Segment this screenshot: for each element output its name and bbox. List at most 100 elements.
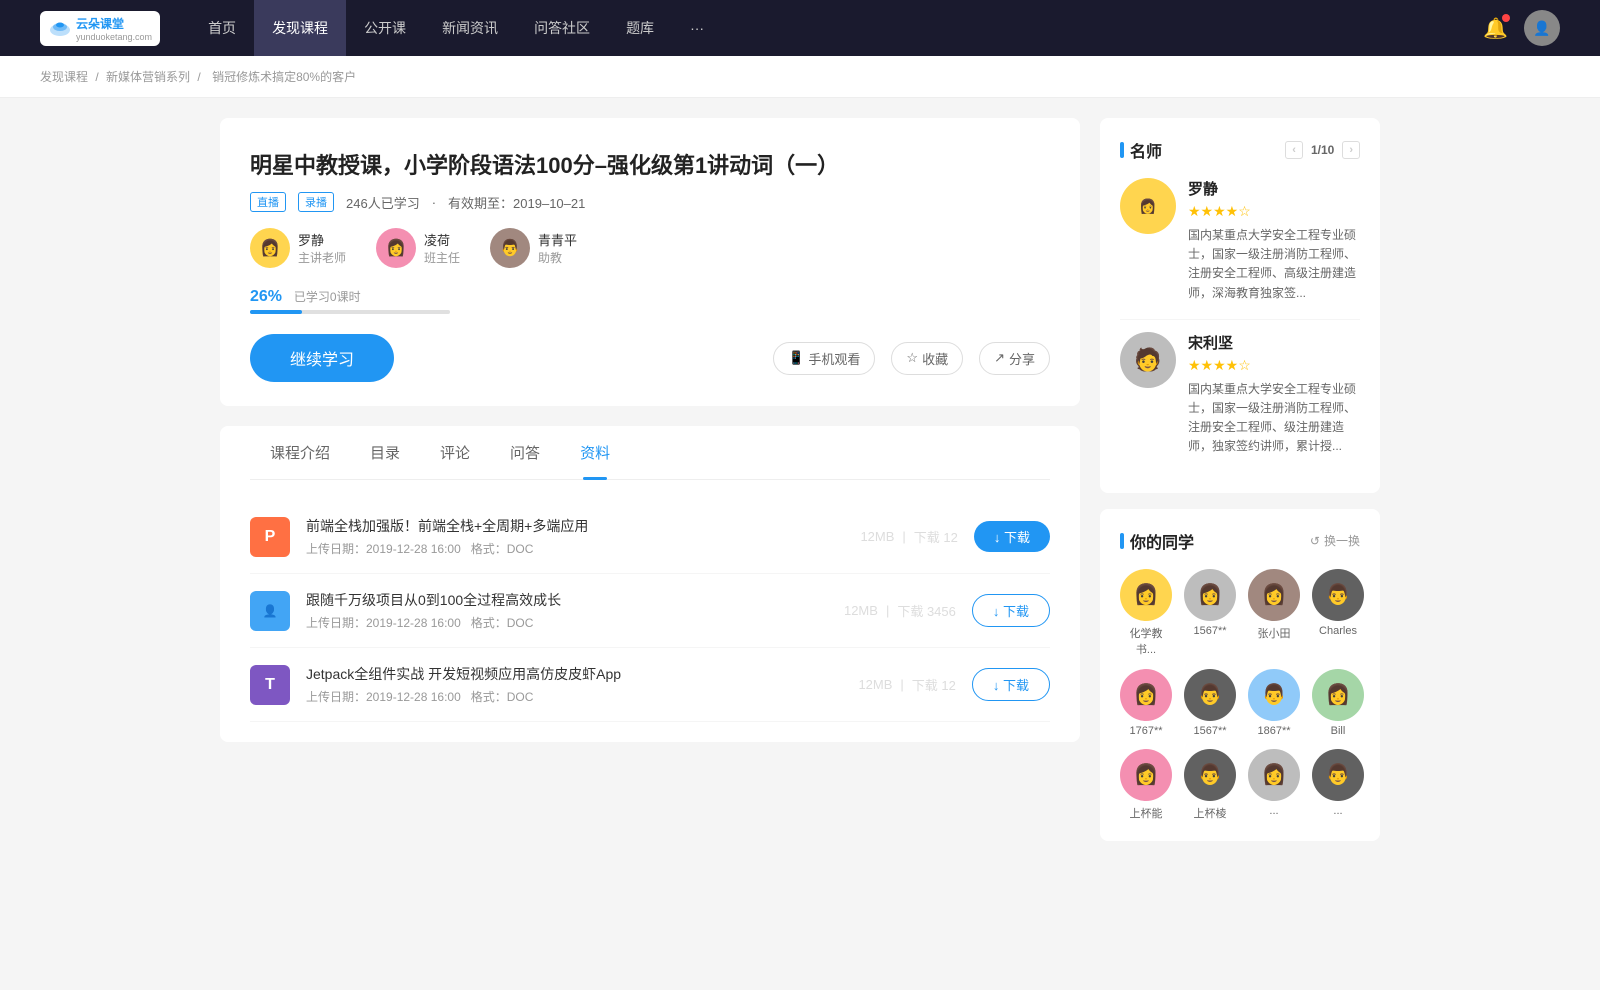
breadcrumb: 发现课程 / 新媒体营销系列 / 销冠修炼术搞定80%的客户 [0, 56, 1600, 98]
course-card: 明星中教授课，小学阶段语法100分–强化级第1讲动词（一） 直播 录播 246人… [220, 118, 1080, 406]
student-count: 246人已学习 [346, 193, 420, 212]
student-item-3: 👨 Charles [1312, 569, 1364, 657]
teacher-role-2: 助教 [538, 249, 577, 266]
next-teacher-btn[interactable]: › [1342, 141, 1360, 159]
file-item-0: P 前端全栈加强版！前端全栈+全周期+多端应用 上传日期：2019-12-28 … [250, 500, 1050, 574]
left-panel: 明星中教授课，小学阶段语法100分–强化级第1讲动词（一） 直播 录播 246人… [220, 118, 1080, 857]
student-item-9: 👨 上杯棱 [1184, 749, 1236, 821]
download-button-1[interactable]: ↓ 下载 [972, 594, 1050, 627]
logo-sub: yunduoketang.com [76, 32, 152, 42]
logo[interactable]: 云朵课堂 yunduoketang.com [40, 11, 160, 46]
download-button-0[interactable]: ↓ 下载 [974, 521, 1050, 552]
file-name-0: 前端全栈加强版！前端全栈+全周期+多端应用 [306, 516, 844, 536]
nav-item-more[interactable]: ··· [672, 0, 722, 56]
student-name-3: Charles [1319, 625, 1357, 637]
tab-review[interactable]: 评论 [420, 426, 490, 479]
teacher-item-1: 👩 凌荷 班主任 [376, 228, 460, 268]
tab-catalog[interactable]: 目录 [350, 426, 420, 479]
teacher-role-1: 班主任 [424, 249, 460, 266]
user-avatar-nav[interactable]: 👤 [1524, 10, 1560, 46]
share-button[interactable]: ↗ 分享 [979, 342, 1050, 375]
panel-nav: ‹ 1/10 › [1285, 141, 1360, 159]
nav-item-home[interactable]: 首页 [190, 0, 254, 56]
download-button-2[interactable]: ↓ 下载 [972, 668, 1050, 701]
file-icon-0: P [250, 517, 290, 557]
student-name-0: 化学教书... [1120, 625, 1172, 657]
nav-item-exam[interactable]: 题库 [608, 0, 672, 56]
collect-label: 收藏 [922, 349, 948, 368]
progress-sub: 已学习0课时 [294, 290, 361, 304]
teacher-item-2: 👨 青青平 助教 [490, 228, 577, 268]
student-name-2: 张小田 [1258, 625, 1291, 641]
nav-items: 首页 发现课程 公开课 新闻资讯 问答社区 题库 ··· [190, 0, 1483, 56]
mobile-watch-button[interactable]: 📱 手机观看 [773, 342, 875, 375]
teachers-panel: 名师 ‹ 1/10 › 👩 罗静 ★★★★☆ 国内某重点大学安全工程专业硕士，国… [1100, 118, 1380, 493]
refresh-button[interactable]: ↺ 换一换 [1310, 532, 1360, 549]
stars-1: ★★★★☆ [1188, 357, 1360, 374]
student-item-0: 👩 化学教书... [1120, 569, 1172, 657]
teacher-panel-desc-1: 国内某重点大学安全工程专业硕士，国家一级注册消防工程师、注册安全工程师、级注册建… [1188, 380, 1360, 457]
nav-item-discover[interactable]: 发现课程 [254, 0, 346, 56]
mobile-icon: 📱 [788, 350, 804, 366]
student-avatar-1: 👩 [1184, 569, 1236, 621]
student-avatar-9: 👨 [1184, 749, 1236, 801]
student-name-8: 上杯能 [1130, 805, 1163, 821]
student-item-1: 👩 1567** [1184, 569, 1236, 657]
student-item-5: 👨 1567** [1184, 669, 1236, 737]
nav-item-qa[interactable]: 问答社区 [516, 0, 608, 56]
students-grid: 👩 化学教书... 👩 1567** 👩 张小田 👨 Charles 👩 [1120, 569, 1360, 821]
course-title: 明星中教授课，小学阶段语法100分–强化级第1讲动词（一） [250, 148, 1050, 180]
student-avatar-0: 👩 [1120, 569, 1172, 621]
file-name-2: Jetpack全组件实战 开发短视频应用高仿皮皮虾App [306, 664, 842, 684]
logo-box: 云朵课堂 yunduoketang.com [40, 11, 160, 46]
tab-intro[interactable]: 课程介绍 [250, 426, 350, 479]
nav-item-open[interactable]: 公开课 [346, 0, 424, 56]
bell-icon[interactable]: 🔔 [1483, 16, 1508, 41]
student-avatar-11: 👨 [1312, 749, 1364, 801]
page-info: 1/10 [1311, 143, 1334, 157]
student-name-9: 上杯棱 [1194, 805, 1227, 821]
teacher-name-2: 青青平 [538, 230, 577, 249]
student-avatar-5: 👨 [1184, 669, 1236, 721]
file-stats-0: 12MB | 下载 12 [860, 527, 957, 546]
tabs-section: 课程介绍 目录 评论 问答 资料 P 前端全栈加强版！前端全栈+全周期+多端应用… [220, 426, 1080, 742]
progress-section: 26% 已学习0课时 [250, 288, 1050, 314]
collect-button[interactable]: ☆ 收藏 [891, 342, 963, 375]
prev-teacher-btn[interactable]: ‹ [1285, 141, 1303, 159]
share-label: 分享 [1009, 349, 1035, 368]
file-item-2: T Jetpack全组件实战 开发短视频应用高仿皮皮虾App 上传日期：2019… [250, 648, 1050, 722]
file-icon-2: T [250, 665, 290, 705]
student-item-7: 👩 Bill [1312, 669, 1364, 737]
file-meta-0: 上传日期：2019-12-28 16:00 格式：DOC [306, 540, 844, 557]
students-header: 你的同学 ↺ 换一换 [1120, 529, 1360, 553]
students-panel: 你的同学 ↺ 换一换 👩 化学教书... 👩 1567** 👩 [1100, 509, 1380, 841]
badge-record: 录播 [298, 192, 334, 212]
star-icon: ☆ [906, 350, 918, 366]
nav-item-news[interactable]: 新闻资讯 [424, 0, 516, 56]
progress-label: 26% [250, 288, 282, 305]
breadcrumb-link-discover[interactable]: 发现课程 [40, 70, 88, 84]
teacher-info-2: 青青平 助教 [538, 230, 577, 266]
students-panel-label: 你的同学 [1130, 529, 1194, 553]
teacher-panel-name-1: 宋利坚 [1188, 332, 1360, 353]
share-icon: ↗ [994, 350, 1005, 366]
teacher-name-0: 罗静 [298, 230, 346, 249]
teacher-panel-info-0: 罗静 ★★★★☆ 国内某重点大学安全工程专业硕士，国家一级注册消防工程师、注册安… [1188, 178, 1360, 303]
stars-0: ★★★★☆ [1188, 203, 1360, 220]
breadcrumb-sep-1: / [95, 70, 102, 84]
teacher-panel-desc-0: 国内某重点大学安全工程专业硕士，国家一级注册消防工程师、注册安全工程师、高级注册… [1188, 226, 1360, 303]
badge-live: 直播 [250, 192, 286, 212]
nav-right: 🔔 👤 [1483, 10, 1560, 46]
student-avatar-8: 👩 [1120, 749, 1172, 801]
student-avatar-10: 👩 [1248, 749, 1300, 801]
file-info-2: Jetpack全组件实战 开发短视频应用高仿皮皮虾App 上传日期：2019-1… [306, 664, 842, 705]
continue-button[interactable]: 继续学习 [250, 334, 394, 382]
teacher-info-0: 罗静 主讲老师 [298, 230, 346, 266]
teachers: 👩 罗静 主讲老师 👩 凌荷 班主任 👨 青青平 [250, 228, 1050, 268]
breadcrumb-link-series[interactable]: 新媒体营销系列 [106, 70, 190, 84]
title-bar-icon [1120, 142, 1124, 158]
students-title-bar [1120, 533, 1124, 549]
student-name-4: 1767** [1129, 725, 1162, 737]
tab-qa[interactable]: 问答 [490, 426, 560, 479]
tab-material[interactable]: 资料 [560, 426, 630, 479]
